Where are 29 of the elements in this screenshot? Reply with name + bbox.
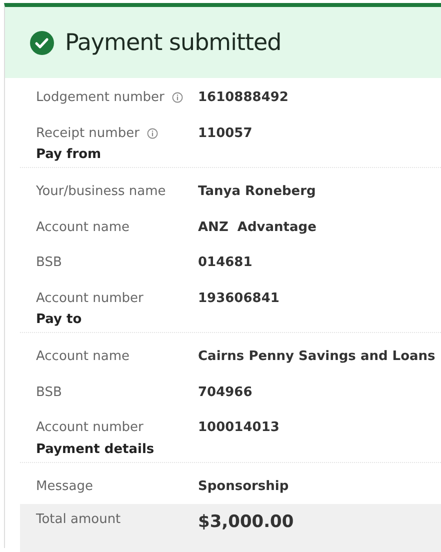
field-label: Account number [36,290,144,306]
section-heading: Pay from [35,147,102,164]
field-label: Message [36,478,93,494]
field-label: Account name [36,349,130,364]
field-value: ANZ Advantage [198,220,316,235]
field-label: Account name [36,220,130,235]
field-label: BSB [36,255,62,270]
field-value: Tanya Roneberg [198,184,316,200]
field-label: Your/business name [36,184,166,200]
field-label: Account number [36,420,144,436]
total-amount: $3,000.00 [198,512,294,532]
page-title: Payment submitted [65,30,282,56]
field-value: Sponsorship [198,478,289,494]
field-value: 110057 [198,126,252,141]
field-value: 100014013 [198,420,280,436]
info-icon[interactable] [147,128,158,139]
field-value: 014681 [198,255,252,270]
field-label: Receipt number [36,126,140,141]
section-heading: Pay to [35,312,83,329]
field-value: 704966 [198,384,252,400]
section-heading: Payment details [35,442,156,458]
field-value: Cairns Penny Savings and Loans [198,349,436,364]
info-icon[interactable] [172,92,184,104]
field-label: BSB [36,384,62,400]
check-circle-icon [30,30,54,54]
field-label: Lodgement number [36,90,164,106]
field-value: 193606841 [198,290,280,306]
total-label: Total amount [36,512,121,527]
field-value: 1610888492 [198,90,288,106]
